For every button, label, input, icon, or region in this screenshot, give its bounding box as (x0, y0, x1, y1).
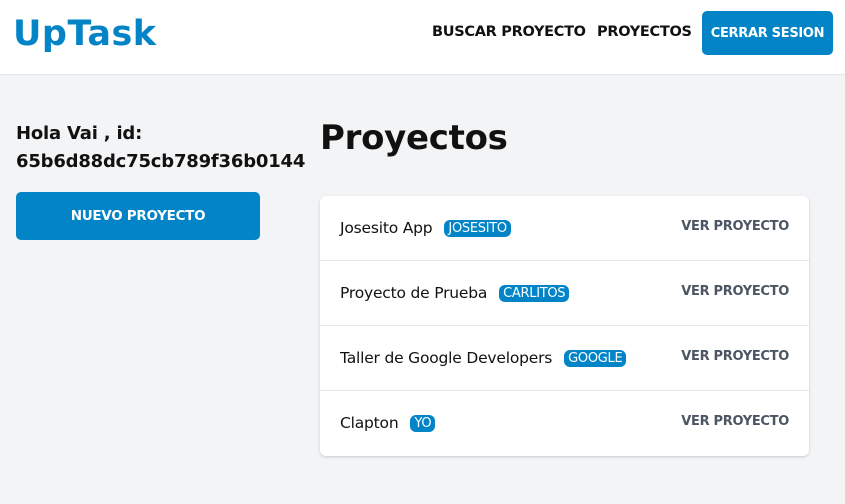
view-project-link[interactable]: VER PROYECTO (681, 414, 789, 429)
project-name: Proyecto de Prueba (340, 284, 488, 302)
project-name: Taller de Google Developers (340, 349, 553, 367)
project-name-group: Josesito App JOSESITO (340, 219, 511, 237)
project-name-group: Proyecto de Prueba CARLITOS (340, 284, 570, 302)
view-project-link[interactable]: VER PROYECTO (681, 284, 789, 299)
user-greeting: Hola Vai , id: 65b6d88dc75cb789f36b0144 (16, 123, 306, 172)
project-row: Clapton YO VER PROYECTO (320, 391, 809, 456)
nav-projects-link[interactable]: PROYECTOS (597, 24, 692, 40)
project-name-group: Taller de Google Developers GOOGLE (340, 349, 627, 367)
client-badge: GOOGLE (564, 349, 627, 367)
project-row: Taller de Google Developers GOOGLE VER P… (320, 326, 809, 391)
new-project-button[interactable]: NUEVO PROYECTO (16, 192, 260, 240)
top-header: UpTask BUSCAR PROYECTO PROYECTOS CERRAR … (0, 0, 845, 75)
app-logo[interactable]: UpTask (13, 14, 157, 54)
logout-button[interactable]: CERRAR SESION (702, 11, 833, 55)
project-name: Josesito App (340, 219, 433, 237)
view-project-link[interactable]: VER PROYECTO (681, 219, 789, 234)
project-row: Proyecto de Prueba CARLITOS VER PROYECTO (320, 261, 809, 326)
client-badge: JOSESITO (444, 219, 511, 237)
project-row: Josesito App JOSESITO VER PROYECTO (320, 196, 809, 261)
project-name: Clapton (340, 414, 399, 432)
view-project-link[interactable]: VER PROYECTO (681, 349, 789, 364)
project-name-group: Clapton YO (340, 414, 436, 432)
project-list: Josesito App JOSESITO VER PROYECTO Proye… (320, 196, 809, 456)
client-badge: YO (410, 414, 436, 432)
client-badge: CARLITOS (499, 284, 570, 302)
nav-search-projects-link[interactable]: BUSCAR PROYECTO (432, 24, 586, 40)
page-title: Proyectos (320, 118, 508, 158)
